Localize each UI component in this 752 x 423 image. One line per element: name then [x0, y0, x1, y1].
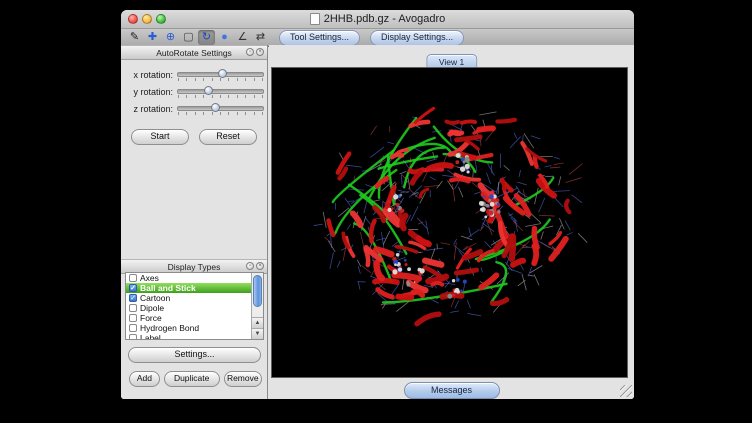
molecule-render — [272, 68, 627, 377]
window-title-group: 2HHB.pdb.gz - Avogadro — [310, 13, 445, 25]
document-icon — [310, 13, 320, 25]
align-tool[interactable]: ⇄ — [252, 30, 269, 45]
select-tool[interactable]: ▢ — [180, 30, 197, 45]
slider-ticks — [178, 78, 263, 81]
settings-button[interactable]: Settings... — [128, 347, 261, 363]
rotation-slider[interactable] — [177, 102, 264, 116]
avogadro-window: 2HHB.pdb.gz - Avogadro ✎ ✚ ⊕ ▢ ↻ ● ∠ ⇄ Tool Set… — [121, 10, 634, 399]
autorotate-tool-icon: ↻ — [202, 32, 211, 43]
display-type-label: Cartoon — [140, 293, 170, 303]
measure-tool[interactable]: ∠ — [234, 30, 251, 45]
autorotate-tool[interactable]: ↻ — [198, 30, 215, 45]
zoom-tool-icon: ⊕ — [166, 32, 175, 43]
display-type-label: Hydrogen Bond — [140, 323, 199, 333]
molecule-viewport[interactable] — [271, 67, 628, 378]
start-button[interactable]: Start — [131, 129, 189, 145]
draw-tool-icon: ✎ — [130, 32, 139, 43]
tool-settings-button[interactable]: Tool Settings... — [279, 30, 360, 46]
remove-button[interactable]: Remove — [224, 371, 262, 387]
left-sidebar: AutoRotate Settings ▫ × x rotation: y rot… — [121, 45, 268, 399]
align-tool-icon: ⇄ — [256, 32, 265, 43]
reset-button[interactable]: Reset — [199, 129, 257, 145]
display-type-label: Dipole — [140, 303, 164, 313]
duplicate-button[interactable]: Duplicate — [164, 371, 220, 387]
rotation-slider-row: x rotation: — [123, 67, 264, 82]
navigate-tool[interactable]: ✚ — [144, 30, 161, 45]
display-types-rows: Axes✓Ball and Stick✓CartoonDipoleForceHy… — [126, 273, 251, 339]
display-type-checkbox[interactable] — [129, 314, 137, 322]
panel-float-icon[interactable]: ▫ — [246, 48, 254, 56]
zoom-tool[interactable]: ⊕ — [162, 30, 179, 45]
display-type-label: Force — [140, 313, 162, 323]
tool-buttons: ✎ ✚ ⊕ ▢ ↻ ● ∠ ⇄ — [126, 30, 269, 45]
display-type-row[interactable]: Label — [126, 333, 251, 339]
rotation-slider-row: y rotation: — [123, 84, 264, 99]
resize-grip-icon[interactable] — [620, 385, 632, 397]
scroll-up-icon[interactable]: ▲ — [252, 317, 263, 328]
autorotate-panel-header: AutoRotate Settings ▫ × — [121, 45, 267, 60]
slider-track — [177, 106, 264, 111]
display-types-panel-title: Display Types — [168, 262, 221, 272]
autorotate-buttons-row: Start Reset — [121, 129, 267, 145]
desktop: 2HHB.pdb.gz - Avogadro ✎ ✚ ⊕ ▢ ↻ ● ∠ ⇄ Tool Set… — [0, 0, 752, 423]
rotation-slider[interactable] — [177, 85, 264, 99]
display-type-label: Ball and Stick — [140, 283, 196, 293]
display-type-row[interactable]: ✓Ball and Stick — [126, 283, 251, 293]
panel-close-icon[interactable]: × — [256, 48, 264, 56]
manipulate-tool[interactable]: ● — [216, 30, 233, 45]
title-bar[interactable]: 2HHB.pdb.gz - Avogadro — [121, 10, 634, 29]
add-button[interactable]: Add — [129, 371, 160, 387]
display-type-checkbox[interactable] — [129, 304, 137, 312]
window-controls — [128, 14, 166, 24]
rotation-slider-row: z rotation: — [123, 101, 264, 116]
draw-tool[interactable]: ✎ — [126, 30, 143, 45]
display-type-label: Axes — [140, 273, 159, 283]
scrollbar-arrows: ▲ ▼ — [252, 317, 263, 339]
slider-label: x rotation: — [123, 70, 173, 80]
rotation-slider[interactable] — [177, 68, 264, 82]
display-type-checkbox[interactable] — [129, 274, 137, 282]
display-type-checkbox[interactable] — [129, 324, 137, 332]
display-type-row[interactable]: Axes — [126, 273, 251, 283]
manipulate-tool-icon: ● — [221, 32, 228, 43]
scroll-down-icon[interactable]: ▼ — [252, 328, 263, 339]
display-type-label: Label — [140, 333, 161, 339]
select-tool-icon: ▢ — [183, 32, 193, 43]
display-types-scrollbar[interactable]: ▲ ▼ — [251, 273, 263, 339]
slider-label: y rotation: — [123, 87, 173, 97]
display-type-checkbox[interactable]: ✓ — [129, 294, 137, 302]
display-type-row[interactable]: ✓Cartoon — [126, 293, 251, 303]
display-types-list: Axes✓Ball and Stick✓CartoonDipoleForceHy… — [125, 272, 264, 340]
scrollbar-thumb[interactable] — [253, 275, 262, 307]
display-type-row[interactable]: Force — [126, 313, 251, 323]
minimize-window-icon[interactable] — [142, 14, 152, 24]
slider-thumb[interactable] — [204, 86, 213, 95]
slider-ticks — [178, 95, 263, 98]
messages-button[interactable]: Messages — [404, 382, 500, 399]
display-settings-button[interactable]: Display Settings... — [370, 30, 464, 46]
slider-track — [177, 89, 264, 94]
panel-close-icon[interactable]: × — [256, 262, 264, 270]
main-view-area: View 1 Messages — [269, 45, 634, 399]
slider-thumb[interactable] — [218, 69, 227, 78]
slider-label: z rotation: — [123, 104, 173, 114]
slider-ticks — [178, 112, 263, 115]
display-type-row[interactable]: Dipole — [126, 303, 251, 313]
display-type-checkbox[interactable] — [129, 334, 137, 339]
slider-thumb[interactable] — [211, 103, 220, 112]
display-type-row[interactable]: Hydrogen Bond — [126, 323, 251, 333]
zoom-window-icon[interactable] — [156, 14, 166, 24]
display-type-checkbox[interactable]: ✓ — [129, 284, 137, 292]
window-title: 2HHB.pdb.gz - Avogadro — [324, 13, 445, 25]
panel-float-icon[interactable]: ▫ — [246, 262, 254, 270]
navigate-tool-icon: ✚ — [148, 32, 157, 43]
display-types-buttons-row: Add Duplicate Remove — [129, 371, 262, 387]
measure-tool-icon: ∠ — [238, 32, 248, 43]
close-window-icon[interactable] — [128, 14, 138, 24]
autorotate-panel-title: AutoRotate Settings — [156, 48, 232, 58]
